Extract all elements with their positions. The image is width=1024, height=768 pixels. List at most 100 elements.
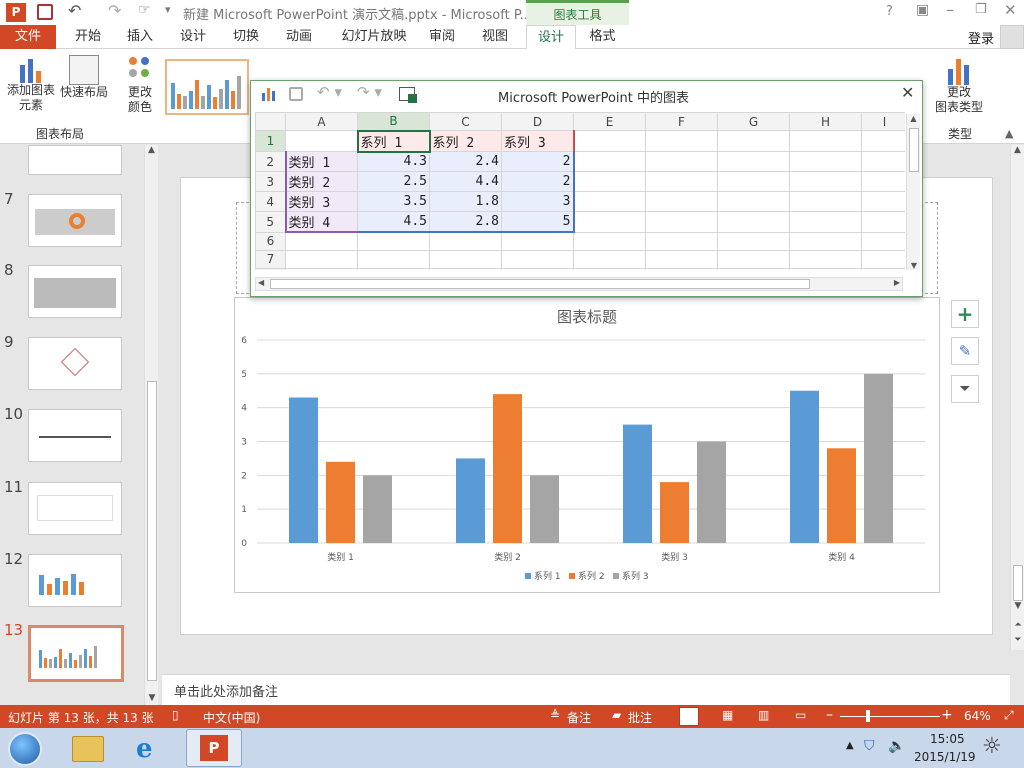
- column-header[interactable]: D: [501, 112, 574, 131]
- cell[interactable]: [861, 267, 905, 270]
- collapse-ribbon-icon[interactable]: ▲: [1005, 127, 1013, 140]
- cell[interactable]: [573, 231, 646, 251]
- cell[interactable]: [861, 249, 905, 269]
- notes-icon[interactable]: ≜: [550, 708, 560, 722]
- cell[interactable]: [717, 171, 790, 192]
- cell[interactable]: [645, 231, 718, 251]
- weather-icon[interactable]: ☼: [982, 734, 1002, 759]
- cell[interactable]: 3.5: [357, 191, 430, 212]
- cell[interactable]: [717, 130, 790, 152]
- show-hidden-icons[interactable]: ▲: [846, 740, 854, 751]
- cell[interactable]: 2.5: [357, 171, 430, 192]
- sheet-horizontal-scrollbar[interactable]: ◀ ▶: [255, 277, 903, 291]
- quick-layout-button[interactable]: 快速布局: [58, 55, 110, 121]
- sheet-vertical-scrollbar[interactable]: ▲ ▼: [906, 114, 920, 270]
- comments-button[interactable]: 批注: [628, 709, 652, 726]
- cell[interactable]: [501, 267, 574, 270]
- notes-pane[interactable]: 单击此处添加备注: [162, 674, 1010, 705]
- scroll-down-icon[interactable]: ▼: [1011, 601, 1024, 611]
- tab-chart-format[interactable]: 格式: [580, 25, 625, 49]
- column-header[interactable]: E: [573, 112, 646, 131]
- undo-icon[interactable]: ↶ ▾: [317, 83, 342, 101]
- cell[interactable]: [573, 211, 646, 233]
- row-header[interactable]: 8: [255, 267, 286, 270]
- cell[interactable]: [501, 249, 574, 269]
- cell[interactable]: [573, 151, 646, 172]
- zoom-slider[interactable]: [840, 716, 940, 717]
- redo-icon[interactable]: ↷: [108, 1, 121, 20]
- cell[interactable]: 系列 3: [501, 130, 575, 152]
- clock-time[interactable]: 15:05: [930, 732, 965, 746]
- row-header[interactable]: 3: [255, 171, 286, 192]
- select-all-corner[interactable]: [255, 112, 286, 131]
- row-header[interactable]: 5: [255, 211, 286, 233]
- cell[interactable]: 2: [501, 171, 575, 192]
- cell[interactable]: [861, 211, 905, 233]
- cell[interactable]: [789, 171, 862, 192]
- cell[interactable]: [789, 267, 862, 270]
- cell[interactable]: 类别 4: [284, 211, 358, 233]
- cell[interactable]: [861, 171, 905, 192]
- cell[interactable]: [789, 231, 862, 251]
- cell[interactable]: [861, 130, 905, 152]
- cell[interactable]: [357, 231, 430, 251]
- zoom-out-icon[interactable]: –: [826, 707, 833, 723]
- help-icon[interactable]: ?: [886, 4, 893, 19]
- scroll-up-icon[interactable]: ▲: [1011, 145, 1024, 155]
- login-link[interactable]: 登录: [968, 28, 994, 47]
- cell[interactable]: [717, 211, 790, 233]
- column-header[interactable]: A: [285, 112, 358, 131]
- cell[interactable]: [285, 231, 358, 251]
- scroll-down-icon[interactable]: ▼: [907, 261, 921, 270]
- cell[interactable]: [573, 249, 646, 269]
- row-header[interactable]: 2: [255, 151, 286, 172]
- restore-icon[interactable]: ❐: [975, 2, 987, 17]
- prev-slide-icon[interactable]: ⏶: [1011, 620, 1024, 630]
- cell[interactable]: [861, 231, 905, 251]
- row-header[interactable]: 1: [255, 130, 286, 152]
- zoom-slider-thumb[interactable]: [866, 710, 870, 722]
- column-header[interactable]: B: [357, 112, 430, 131]
- chart-styles-brush-icon[interactable]: ✎: [951, 337, 979, 365]
- cell[interactable]: 1.8: [429, 191, 502, 212]
- minimize-icon[interactable]: –: [946, 0, 954, 19]
- cell[interactable]: 4.4: [429, 171, 502, 192]
- tab-file[interactable]: 文件: [0, 25, 56, 49]
- spell-check-icon[interactable]: ▯: [172, 708, 179, 722]
- slide-thumbnail-9[interactable]: [28, 337, 122, 390]
- change-chart-type-button[interactable]: 更改 图表类型: [933, 55, 985, 121]
- row-header[interactable]: 7: [255, 249, 286, 269]
- slide-thumbnail-8[interactable]: [28, 265, 122, 318]
- scroll-left-icon[interactable]: ◀: [258, 278, 264, 287]
- clock-date[interactable]: 2015/1/19: [914, 750, 976, 764]
- cell[interactable]: [789, 130, 862, 152]
- save-icon[interactable]: [289, 87, 303, 101]
- cell[interactable]: [645, 171, 718, 192]
- close-icon[interactable]: ✕: [901, 83, 914, 102]
- column-header[interactable]: F: [645, 112, 718, 131]
- slide-scrollbar[interactable]: ▲ ▼ ⏶ ⏷: [1010, 145, 1024, 650]
- cell[interactable]: [357, 249, 430, 269]
- add-chart-element-button[interactable]: 添加图表 元素: [6, 55, 56, 121]
- cell[interactable]: [573, 130, 646, 152]
- cell[interactable]: 类别 1: [284, 151, 358, 172]
- cell[interactable]: [357, 267, 430, 270]
- row-header[interactable]: 4: [255, 191, 286, 212]
- cell[interactable]: [573, 171, 646, 192]
- security-shield-icon[interactable]: ⛉: [864, 738, 875, 754]
- slide-counter[interactable]: 幻灯片 第 13 张，共 13 张: [8, 709, 154, 726]
- scroll-thumb[interactable]: [147, 381, 157, 681]
- cell[interactable]: [645, 130, 718, 152]
- cell[interactable]: [645, 151, 718, 172]
- scroll-thumb[interactable]: [909, 128, 919, 172]
- reading-view-icon[interactable]: ▥: [758, 708, 769, 722]
- chart-data-icon[interactable]: [261, 87, 277, 101]
- cell[interactable]: [573, 191, 646, 212]
- powerpoint-logo-icon[interactable]: P: [6, 3, 26, 22]
- scroll-up-icon[interactable]: ▲: [145, 145, 158, 155]
- column-header[interactable]: I: [861, 112, 905, 131]
- language-indicator[interactable]: 中文(中国): [203, 709, 260, 726]
- cell[interactable]: [645, 249, 718, 269]
- customize-toolbar-icon[interactable]: ▾: [165, 3, 171, 16]
- cell[interactable]: [285, 267, 358, 270]
